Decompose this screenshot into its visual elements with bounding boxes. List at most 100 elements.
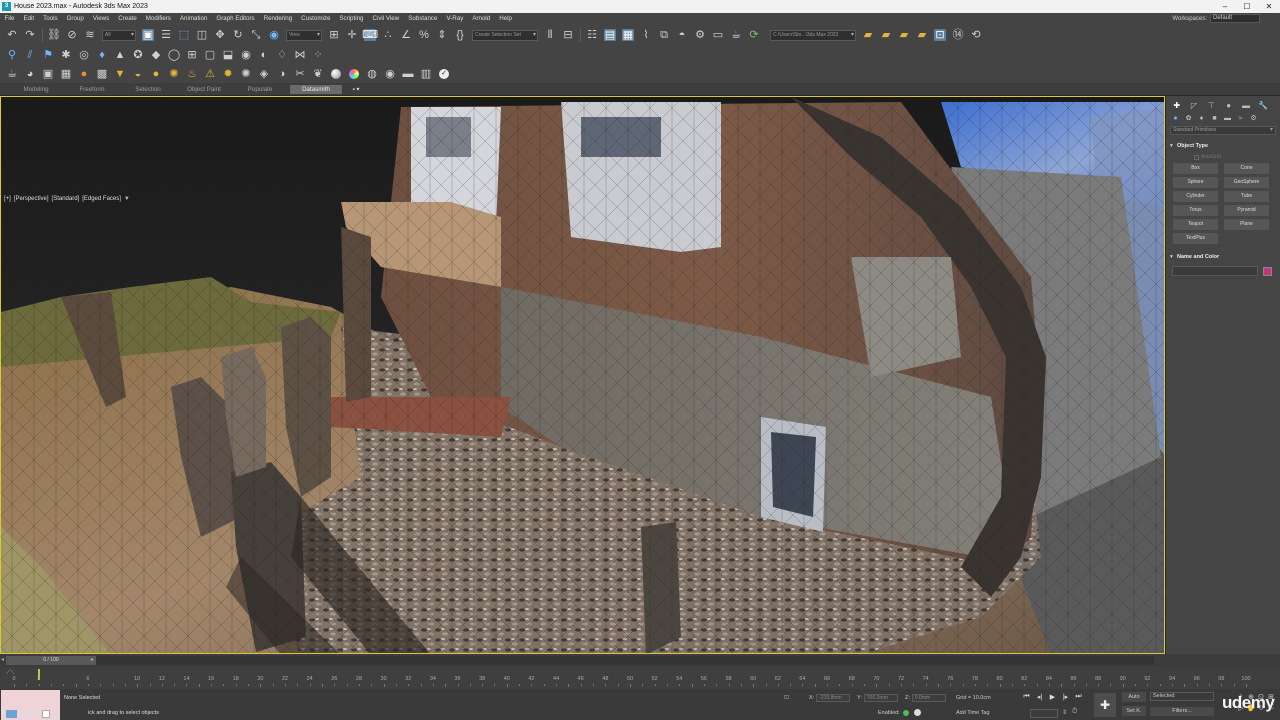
time-slider-track[interactable]	[6, 656, 1154, 665]
shape-icon[interactable]: ◯	[168, 49, 180, 61]
current-frame-field[interactable]	[1030, 709, 1058, 718]
angle-snap-icon[interactable]: ∠	[400, 29, 412, 41]
vray-fur-icon[interactable]: ✂	[294, 68, 306, 80]
brush-icon[interactable]: ♢	[276, 49, 288, 61]
viewport-menu-label[interactable]: [+]	[4, 196, 11, 202]
recent-folder-icon[interactable]: ▰	[898, 29, 910, 41]
rendered-frame-window-icon[interactable]: ▭	[712, 29, 724, 41]
edit-named-selection-icon[interactable]: {}	[454, 29, 466, 41]
vray-lister-icon[interactable]: ▦	[60, 68, 72, 80]
tab-selection[interactable]: Selection	[122, 86, 174, 93]
sphere-button[interactable]: Sphere	[1173, 177, 1218, 188]
undo-icon[interactable]: ↶	[6, 29, 18, 41]
menu-arnold[interactable]: Arnold	[468, 15, 495, 22]
window-crossing-icon[interactable]: ◫	[196, 29, 208, 41]
schematic-view-icon[interactable]: ⧉	[658, 29, 670, 41]
select-object-icon[interactable]: ▣	[142, 29, 154, 41]
next-key-icon[interactable]: |▸	[1059, 693, 1072, 701]
vray-dome-icon[interactable]: ◒	[132, 68, 144, 80]
maximize-button[interactable]: ☐	[1236, 0, 1258, 13]
gear-icon[interactable]: ✱	[60, 49, 72, 61]
time-slider-thumb[interactable]: 0 / 100	[6, 656, 96, 665]
frame-spinner-icon[interactable]: ⇕	[1062, 709, 1067, 716]
toggle-ribbon-icon[interactable]: ▦	[622, 29, 634, 41]
eye-icon[interactable]: ◉	[240, 49, 252, 61]
box-button[interactable]: Box	[1173, 163, 1218, 174]
geometry-icon[interactable]: ◆	[150, 49, 162, 61]
add-time-tag[interactable]: Add Time Tag	[956, 710, 990, 716]
vray-ies-icon[interactable]: ✺	[168, 68, 180, 80]
set-key-button[interactable]: ✚	[1094, 693, 1116, 717]
object-color-swatch[interactable]	[1263, 266, 1272, 276]
create-tab-icon[interactable]: ✚	[1171, 101, 1182, 110]
minimize-button[interactable]: –	[1214, 0, 1236, 13]
vray-vfb-icon[interactable]: ▣	[42, 68, 54, 80]
reload-icon[interactable]: ⟲	[970, 29, 982, 41]
prev-key-icon[interactable]: ◂|	[1033, 693, 1046, 701]
prev-frame-arrow-icon[interactable]: ◂	[1, 656, 4, 663]
open-folder-icon[interactable]: ▰	[862, 29, 874, 41]
tube-button[interactable]: Tube	[1224, 191, 1269, 202]
scene-explorer-icon[interactable]: ☷	[586, 29, 598, 41]
cameras-category-icon[interactable]: ■	[1210, 115, 1219, 122]
systems-category-icon[interactable]: ⚙	[1249, 114, 1258, 122]
select-scale-icon[interactable]: ⤡	[250, 29, 262, 41]
link-icon[interactable]: ⛓	[47, 29, 61, 41]
align-icon[interactable]: ⊟	[562, 29, 574, 41]
render-in-cloud-icon[interactable]: ⟳	[748, 29, 760, 41]
bind-space-warp-icon[interactable]: ≋	[84, 29, 96, 41]
primitive-category-dropdown[interactable]: Standard Primitives	[1170, 126, 1276, 135]
close-button[interactable]: ✕	[1258, 0, 1280, 13]
plane-button[interactable]: Plane	[1224, 219, 1269, 230]
select-rotate-icon[interactable]: ↻	[232, 29, 244, 41]
layer-explorer-icon[interactable]: ▤	[604, 29, 616, 41]
menu-help[interactable]: Help	[495, 15, 517, 22]
object-name-field[interactable]	[1172, 266, 1258, 276]
select-manipulate-icon[interactable]: ✛	[346, 29, 358, 41]
spacewarps-category-icon[interactable]: ≈	[1236, 115, 1245, 122]
menu-edit[interactable]: Edit	[19, 15, 39, 22]
ribbon-options-toggle[interactable]: ▪ ▾	[346, 86, 366, 93]
folder-icon[interactable]: ▰	[880, 29, 892, 41]
goto-end-icon[interactable]: ⏭	[1072, 693, 1085, 701]
vray-teapot-icon[interactable]: ☕	[6, 68, 18, 80]
menu-animation[interactable]: Animation	[175, 15, 212, 22]
auto-key-button[interactable]: Auto	[1122, 692, 1146, 702]
set-key-mode-button[interactable]: Set K.	[1122, 706, 1146, 716]
bone-icon[interactable]: ⋈	[294, 49, 306, 61]
tab-modeling[interactable]: Modeling	[10, 86, 62, 93]
arnold-render-icon[interactable]: ◉	[384, 68, 396, 80]
goto-start-icon[interactable]: ⏮	[1020, 693, 1033, 701]
hierarchy-tab-icon[interactable]: ⊤	[1206, 101, 1217, 110]
viewport-pov-label[interactable]: [Perspective]	[14, 196, 49, 202]
select-by-name-icon[interactable]: ☰	[160, 29, 172, 41]
lights-category-icon[interactable]: ♦	[1197, 115, 1206, 122]
project-folder-dropdown[interactable]: C:\Users\Sto...\3ds Max 2023	[770, 29, 856, 41]
menu-file[interactable]: File	[0, 15, 19, 22]
arnold-settings-icon[interactable]: ▥	[420, 68, 432, 80]
menu-views[interactable]: Views	[88, 15, 113, 22]
menu-modifiers[interactable]: Modifiers	[141, 15, 175, 22]
filter-icon[interactable]: ▼	[124, 196, 130, 202]
spinner-snap-icon[interactable]: ⇕	[436, 29, 448, 41]
vray-light-icon[interactable]: ▼	[114, 68, 126, 80]
edge-snap-icon[interactable]: ⫽	[24, 49, 36, 61]
menu-substance[interactable]: Substance	[404, 15, 442, 22]
scatter-icon[interactable]: ⁘	[312, 49, 324, 61]
tab-object-paint[interactable]: Object Paint	[178, 86, 230, 93]
tab-freeform[interactable]: Freeform	[66, 86, 118, 93]
frame-icon[interactable]: ⬓	[222, 49, 234, 61]
unlink-icon[interactable]: ⊘	[66, 29, 78, 41]
key-filter-dropdown[interactable]: Selected	[1150, 692, 1214, 701]
vray-sun-light-icon[interactable]: ✹	[222, 68, 234, 80]
percent-snap-icon[interactable]: %	[418, 29, 430, 41]
snaps-toggle-icon[interactable]: ∴	[382, 29, 394, 41]
menu-civil-view[interactable]: Civil View	[368, 15, 404, 22]
grid-icon[interactable]: ⊞	[186, 49, 198, 61]
cylinder-button[interactable]: Cylinder	[1173, 191, 1218, 202]
face-snap-icon[interactable]: ⚑	[42, 49, 54, 61]
track-bar[interactable]: ⟋⟍ 0 2 6 10 12 14 16 18 20 22 24 26 28 30 32 34 36 38 40 42…	[0, 667, 1280, 689]
key-filters-button[interactable]: Filters...	[1150, 707, 1214, 716]
frame-14-icon[interactable]: ⑭	[952, 29, 964, 41]
vray-plant-icon[interactable]: ❦	[312, 68, 324, 80]
